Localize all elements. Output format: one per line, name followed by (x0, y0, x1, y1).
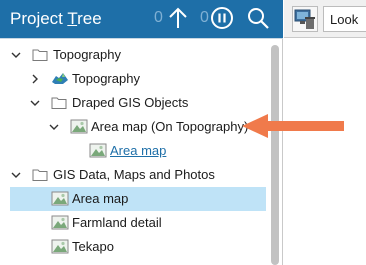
tree-item-label: GIS Data, Maps and Photos (53, 167, 215, 182)
image-icon (70, 119, 88, 134)
project-tree: Topography Topography Draped GIS Objects Ar… (0, 39, 268, 265)
tree-item-label: Topography (72, 71, 140, 86)
monitor-trash-icon (294, 9, 315, 29)
tree-item[interactable]: Topography (0, 43, 268, 67)
image-icon (51, 215, 69, 230)
image-icon (51, 239, 69, 254)
chevron-down-icon[interactable] (10, 49, 22, 61)
pause-icon (211, 7, 233, 29)
chevron-down-icon[interactable] (48, 121, 60, 133)
image-icon (51, 191, 69, 206)
up-arrow-icon (169, 7, 187, 28)
folder-icon (32, 47, 48, 62)
tree-item-label: Area map (On Topography) (91, 119, 249, 134)
search-button[interactable] (245, 5, 271, 31)
tree-item-label: Topography (53, 47, 121, 62)
delete-view-button[interactable] (292, 6, 318, 32)
chevron-down-icon[interactable] (29, 97, 41, 109)
scene-toolbar: Look (284, 0, 366, 38)
count-right: 0 (200, 9, 209, 26)
project-tree-header: Project Tree 0 0 (0, 0, 283, 38)
look-menu-button[interactable]: Look (323, 6, 366, 32)
folder-icon (51, 95, 67, 110)
tree-item[interactable]: Area map (0, 139, 268, 163)
pause-button[interactable] (209, 5, 235, 31)
tree-item[interactable]: Draped GIS Objects (0, 91, 268, 115)
chevron-down-icon[interactable] (10, 169, 22, 181)
tree-item[interactable]: Area map (On Topography) (0, 115, 268, 139)
tree-item-label: Area map (72, 191, 129, 206)
tree-item[interactable]: Topography (0, 67, 268, 91)
folder-icon (32, 167, 48, 182)
tree-item-label: Tekapo (72, 239, 114, 254)
up-arrow-button[interactable] (165, 5, 191, 31)
tree-item[interactable]: Area map (10, 187, 266, 211)
tree-item[interactable]: Tekapo (0, 235, 268, 259)
panel-title: Project Tree (10, 9, 102, 28)
tree-item[interactable]: GIS Data, Maps and Photos (0, 163, 268, 187)
tree-item-label: Farmland detail (72, 215, 162, 230)
count-left: 0 (154, 9, 163, 26)
image-icon (89, 143, 107, 158)
scrollbar-thumb[interactable] (271, 45, 279, 265)
tree-item-label: Draped GIS Objects (72, 95, 189, 110)
tree-item[interactable]: Farmland detail (0, 211, 268, 235)
surface-icon (51, 71, 68, 86)
chevron-right-icon[interactable] (29, 73, 41, 85)
tree-item-label: Area map (110, 143, 167, 158)
callout-arrow-icon (242, 114, 344, 138)
search-icon (248, 8, 269, 29)
